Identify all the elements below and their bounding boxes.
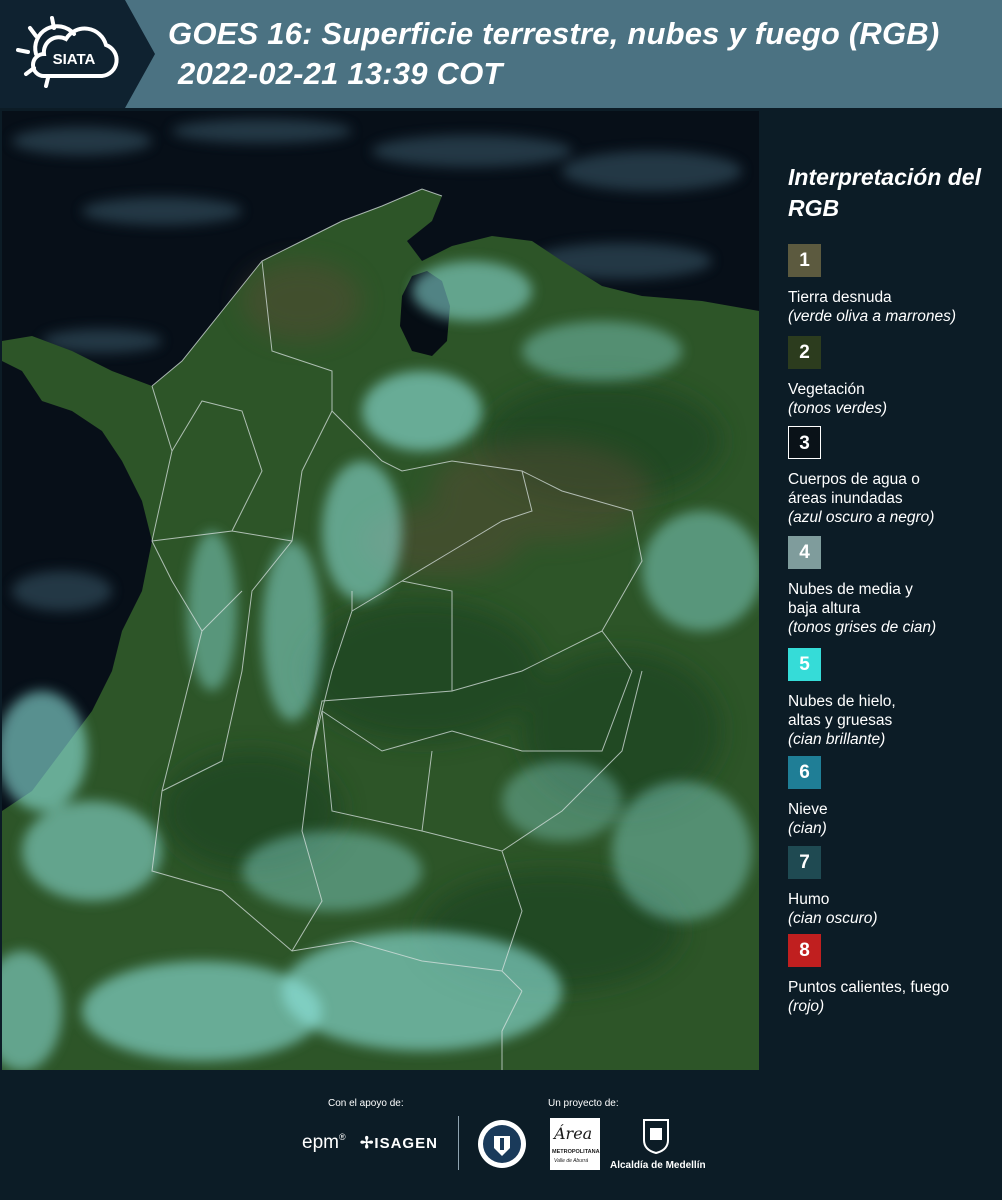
legend-item-description: (azul oscuro a negro) bbox=[788, 509, 935, 526]
legend-item-label: Humo bbox=[788, 891, 830, 908]
alcaldia-shield-icon bbox=[643, 1119, 669, 1154]
legend-item-description: (cian) bbox=[788, 820, 827, 837]
siata-sun-cloud-icon: SIATA bbox=[16, 16, 119, 88]
footer: Con el apoyo de: Un proyecto de: epm® ✢I… bbox=[0, 1070, 1002, 1200]
legend-item-6: Nieve (cian) bbox=[788, 800, 998, 838]
siata-logo: SIATA bbox=[14, 14, 134, 94]
support-caption: Con el apoyo de: bbox=[328, 1098, 404, 1109]
header: SIATA GOES 16: Superficie terrestre, nub… bbox=[0, 0, 1002, 108]
legend-item-label: Nieve bbox=[788, 801, 828, 818]
university-seal-icon bbox=[478, 1120, 526, 1168]
legend-item-description: (verde oliva a marrones) bbox=[788, 308, 956, 325]
legend-item-label: Cuerpos de agua o áreas inundadas bbox=[788, 471, 920, 507]
registered-mark: ® bbox=[338, 1132, 346, 1142]
legend-item-description: (cian oscuro) bbox=[788, 910, 878, 927]
footer-divider bbox=[458, 1116, 459, 1170]
legend-item-3: Cuerpos de agua o áreas inundadas (azul o… bbox=[788, 470, 998, 527]
legend-item-label: Nubes de media y baja altura bbox=[788, 581, 913, 617]
legend-swatch-8: 8 bbox=[788, 934, 821, 967]
legend-item-8: Puntos calientes, fuego (rojo) bbox=[788, 978, 998, 1016]
area-logo-subtitle: METROPOLITANA bbox=[552, 1149, 600, 1155]
legend-swatch-2: 2 bbox=[788, 336, 821, 369]
legend-item-label: Vegetación bbox=[788, 381, 865, 398]
legend-swatch-1: 1 bbox=[788, 244, 821, 277]
legend-item-2: Vegetación (tonos verdes) bbox=[788, 380, 998, 418]
legend-swatch-6: 6 bbox=[788, 756, 821, 789]
isagen-logo-text: ISAGEN bbox=[374, 1135, 438, 1152]
legend-item-description: (rojo) bbox=[788, 998, 825, 1015]
legend-item-description: (tonos verdes) bbox=[788, 400, 888, 417]
legend-swatch-3: 3 bbox=[788, 426, 821, 459]
project-caption: Un proyecto de: bbox=[548, 1098, 619, 1109]
legend-swatch-5: 5 bbox=[788, 648, 821, 681]
legend-swatch-7: 7 bbox=[788, 846, 821, 879]
area-logo-subtitle2: Valle de Aburrá bbox=[554, 1158, 589, 1164]
legend-item-label: Nubes de hielo, altas y gruesas bbox=[788, 693, 896, 729]
legend-item-5: Nubes de hielo, altas y gruesas (cian bri… bbox=[788, 692, 998, 749]
satellite-map-canvas[interactable] bbox=[2, 111, 759, 1070]
legend-item-description: (cian brillante) bbox=[788, 731, 886, 748]
area-metropolitana-logo: Área METROPOLITANA Valle de Aburrá bbox=[550, 1118, 600, 1170]
satellite-map[interactable] bbox=[2, 111, 759, 1070]
isagen-icon: ✢ bbox=[360, 1135, 375, 1152]
area-logo-text: Área bbox=[554, 1124, 593, 1143]
legend-item-label: Tierra desnuda bbox=[788, 289, 892, 306]
page-title: GOES 16: Superficie terrestre, nubes y f… bbox=[168, 16, 940, 51]
alcaldia-logo-text: Alcaldía de Medellín bbox=[610, 1160, 706, 1171]
page-timestamp: 2022-02-21 13:39 COT bbox=[178, 56, 503, 91]
legend-panel: Interpretación del RGB 1 Tierra desnuda (v… bbox=[760, 108, 1002, 1070]
legend-item-7: Humo (cian oscuro) bbox=[788, 890, 998, 928]
legend-item-description: (tonos grises de cian) bbox=[788, 619, 937, 636]
isagen-logo: ✢ISAGEN bbox=[360, 1133, 438, 1153]
legend-swatch-4: 4 bbox=[788, 536, 821, 569]
siata-logo-text: SIATA bbox=[53, 51, 96, 68]
legend-item-label: Puntos calientes, fuego bbox=[788, 979, 950, 996]
legend-title: Interpretación del RGB bbox=[788, 164, 981, 221]
legend-item-1: Tierra desnuda (verde oliva a marrones) bbox=[788, 288, 998, 326]
epm-logo-text: epm bbox=[302, 1132, 339, 1153]
legend-item-4: Nubes de media y baja altura (tonos grise… bbox=[788, 580, 998, 637]
epm-logo: epm® bbox=[302, 1132, 346, 1154]
